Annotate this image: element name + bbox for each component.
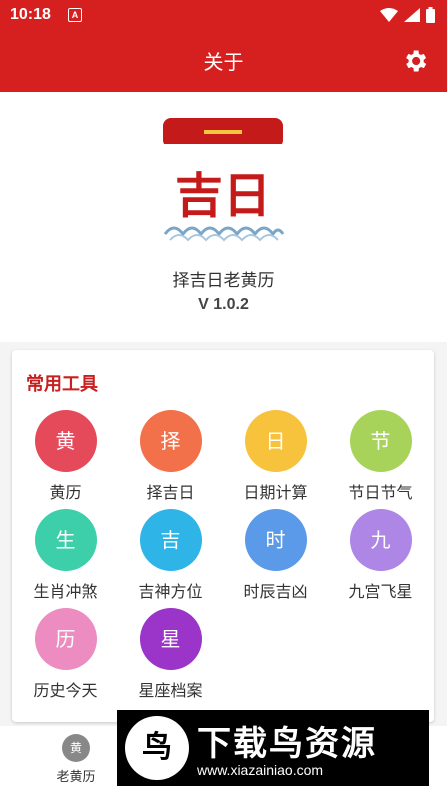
tool-label: 时辰吉凶 [243, 582, 308, 601]
tool-icon: 择 [139, 410, 202, 472]
signal-icon [404, 8, 420, 22]
nav-item-laohuangli[interactable]: 黄 老黄历 [48, 734, 104, 785]
tool-label: 节日节气 [348, 483, 413, 502]
banner-title: 下载鸟资源 [197, 724, 377, 764]
app-bar: 关于 [0, 30, 447, 92]
tool-icon: 吉 [139, 509, 202, 571]
banner-url: www.xiazainiao.com [197, 762, 324, 778]
tool-icon: 九 [349, 509, 412, 571]
tool-icon: 黄 [34, 410, 97, 472]
gear-icon[interactable] [401, 47, 429, 75]
almanac-icon: 黄 [62, 734, 90, 762]
tool-icon: 历 [34, 608, 97, 670]
tool-date-calc[interactable]: 日 日期计算 [223, 410, 328, 506]
tool-lucky-direction[interactable]: 吉 吉神方位 [118, 509, 223, 605]
tools-title: 常用工具 [26, 374, 98, 395]
wifi-icon [380, 8, 398, 22]
notification-icon: A [68, 8, 82, 22]
tool-label: 吉神方位 [138, 582, 203, 601]
tool-label: 择吉日 [146, 483, 195, 502]
battery-icon [426, 7, 435, 23]
nav-label: 老黄历 [56, 770, 96, 785]
logo-text: 吉日 [175, 168, 271, 224]
tool-zejiri[interactable]: 择 择吉日 [118, 410, 223, 506]
tool-label: 生肖冲煞 [33, 582, 98, 601]
tool-icon: 时 [244, 509, 307, 571]
tool-horoscope[interactable]: 星 星座档案 [118, 608, 223, 704]
tool-icon: 生 [34, 509, 97, 571]
watermark-banner: 鸟 下载鸟资源 www.xiazainiao.com [117, 710, 429, 786]
bird-logo-icon: 鸟 [125, 716, 189, 780]
tool-icon: 日 [244, 410, 307, 472]
app-name: 择吉日老黄历 [172, 271, 275, 291]
tool-label: 星座档案 [138, 681, 203, 700]
page-title: 关于 [203, 50, 244, 74]
tool-label: 九宫飞星 [348, 582, 413, 601]
tool-label: 日期计算 [243, 483, 308, 502]
tool-history-today[interactable]: 历 历史今天 [13, 608, 118, 704]
tool-icon: 星 [139, 608, 202, 670]
tool-label: 黄历 [49, 483, 82, 502]
status-bar: 10:18 A [0, 0, 447, 30]
app-logo-icon: 吉日 [163, 118, 285, 242]
about-section: 吉日 择吉日老黄历 V 1.0.2 [0, 92, 447, 342]
tool-hour-fortune[interactable]: 时 时辰吉凶 [223, 509, 328, 605]
tool-icon: 节 [349, 410, 412, 472]
tool-zodiac-clash[interactable]: 生 生肖冲煞 [13, 509, 118, 605]
status-time: 10:18 [10, 6, 51, 23]
tool-festivals[interactable]: 节 节日节气 [328, 410, 433, 506]
system-icons [380, 7, 435, 23]
tools-card: 常用工具 黄 黄历 择 择吉日 日 日期计算 节 节日节气 生 生肖冲煞 吉 吉… [12, 350, 434, 722]
app-version: V 1.0.2 [198, 296, 249, 313]
tool-nine-star[interactable]: 九 九宫飞星 [328, 509, 433, 605]
tool-huangli[interactable]: 黄 黄历 [13, 410, 118, 506]
tool-label: 历史今天 [33, 681, 98, 700]
